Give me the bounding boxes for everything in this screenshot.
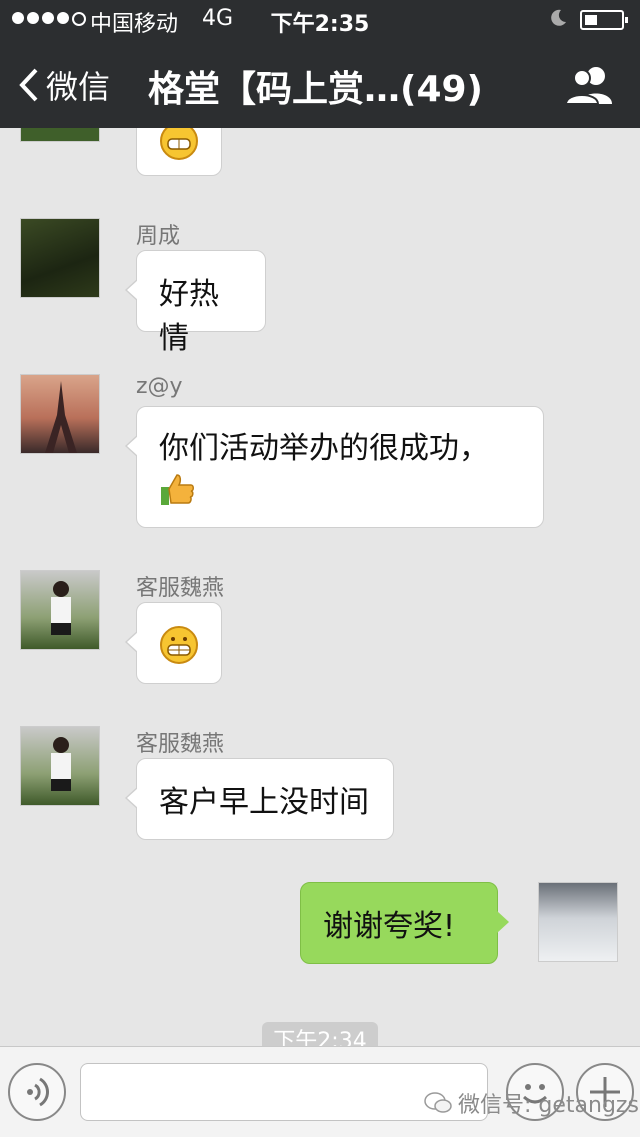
status-time: 下午2:35 [270,12,370,37]
message-text: 你们活动举办的很成功， [159,431,489,466]
message-text: 好热情 [159,277,219,356]
person-photo [51,581,71,635]
thumbs-up-emoji-icon [161,474,194,505]
voice-icon [27,1077,50,1107]
battery-icon [580,10,628,30]
avatar[interactable] [538,882,618,962]
top-bar: 中国移动 4G 下午2:35 微信 格堂【码上赏…(49) [0,0,640,128]
chevron-left-icon [19,68,38,102]
message-text: 谢谢夸奖! [323,909,456,944]
status-bar: 中国移动 4G 下午2:35 [0,0,640,40]
nav-bar: 微信 格堂【码上赏…(49) [0,40,640,128]
wechat-logo-icon [424,1092,452,1113]
avatar[interactable] [20,374,100,454]
sender-name: 客服魏燕 [136,732,225,757]
do-not-disturb-icon [551,9,566,26]
message-bubble[interactable]: 好热情 [125,250,266,356]
back-label: 微信 [46,68,111,106]
message-bubble[interactable]: 客户早上没时间 [125,758,394,840]
input-bar: 微信号: getangzs [0,1046,640,1137]
watermark-text: 微信号: getangzs [458,1093,639,1118]
voice-button[interactable] [8,1063,66,1121]
sender-name: 周成 [136,224,181,249]
avatar[interactable] [20,218,100,298]
eiffel-tower-photo [45,381,77,453]
watermark: 微信号: getangzs [424,1087,639,1119]
grin-emoji-icon [160,626,198,664]
message-bubble[interactable] [125,602,222,684]
message-bubble[interactable]: 你们活动举办的很成功， [125,406,544,528]
avatar[interactable] [20,726,100,806]
message-text: 客户早上没时间 [159,785,369,820]
group-members-icon[interactable] [562,64,616,104]
avatar[interactable] [20,570,100,650]
sender-name: 客服魏燕 [136,576,225,601]
chat-title: 格堂【码上赏…(49) [148,69,484,110]
message-bubble-sent[interactable]: 谢谢夸奖! [300,882,509,964]
sender-name: z@y [136,374,183,399]
person-photo [51,737,71,791]
back-button[interactable]: 微信 [18,62,110,108]
